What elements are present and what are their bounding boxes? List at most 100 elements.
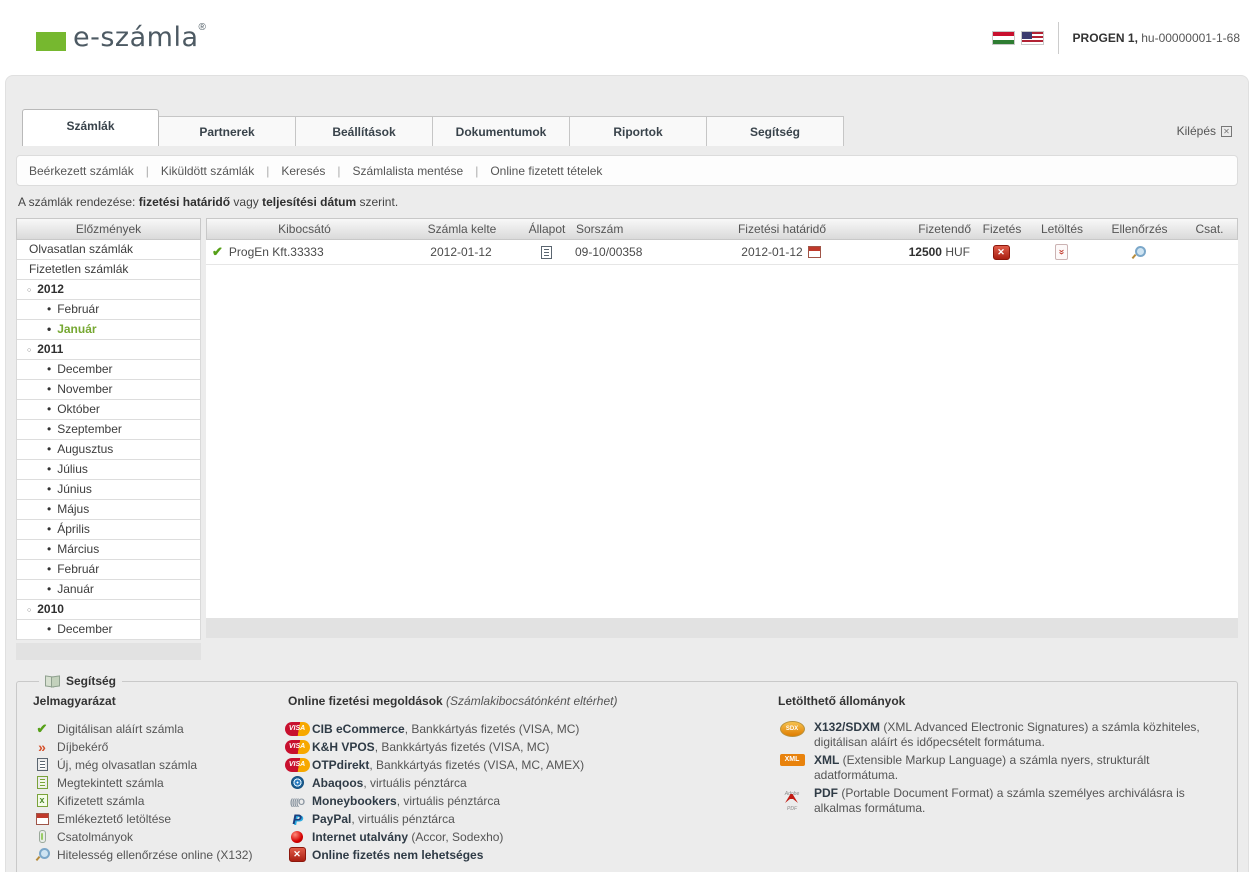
cell-due-date: 2012-01-12 [681, 245, 881, 259]
magnifier-verify-icon[interactable] [1132, 245, 1146, 259]
col-verify[interactable]: Ellenőrzés [1097, 222, 1182, 236]
legend-label: Megtekintett számla [57, 775, 164, 790]
sidebar-month[interactable]: Január [17, 580, 200, 600]
main-area: Előzmények Olvasatlan számlák Fizetetlen… [6, 218, 1248, 660]
sidebar-month[interactable]: December [17, 620, 200, 640]
sidebar-header: Előzmények [16, 218, 201, 240]
payment-desc: , Bankkártyás fizetés (VISA, MC) [404, 721, 580, 736]
sidebar-month[interactable]: Április [17, 520, 200, 540]
hungarian-flag-icon[interactable] [991, 30, 1015, 45]
calendar-reminder-icon[interactable] [807, 246, 821, 258]
download-invoice-icon[interactable] [1054, 244, 1068, 260]
sort-by-due-date-link[interactable]: fizetési határidő [139, 195, 230, 209]
legend-item: Digitálisan aláírt számla [33, 720, 288, 737]
sort-by-fulfillment-date-link[interactable]: teljesítési dátum [262, 195, 356, 209]
payments-column: Online fizetési megoldások (Számlakibocs… [284, 694, 778, 864]
nav-save-invoice-list[interactable]: Számlalista mentése [353, 164, 464, 178]
legend-label: Emlékeztető letöltése [57, 811, 172, 826]
downloads-title: Letölthető állományok [778, 694, 906, 708]
sort-prefix: A számlák rendezése: [18, 195, 139, 209]
legend-item: Csatolmányok [33, 828, 288, 845]
xml-icon [779, 754, 805, 766]
sidebar-month[interactable]: Június [17, 480, 200, 500]
tab-help[interactable]: Segítség [707, 116, 844, 146]
table-row[interactable]: ProgEn Kft.33333 2012-01-12 09-10/00358 … [206, 240, 1238, 265]
header-right: PROGEN 1, hu-00000001-1-68 [991, 21, 1244, 54]
cell-issuer: ProgEn Kft.33333 [206, 244, 401, 260]
tab-documents[interactable]: Dokumentumok [433, 116, 570, 146]
magnifier-icon [36, 848, 50, 861]
payment-desc: , virtuális pénztárca [363, 775, 467, 790]
sidebar-item-unpaid-invoices[interactable]: Fizetetlen számlák [17, 260, 200, 280]
nav-search[interactable]: Keresés [281, 164, 325, 178]
double-chevron-icon [38, 739, 46, 755]
sidebar-month[interactable]: Május [17, 500, 200, 520]
col-due-date[interactable]: Fizetési határidő [682, 222, 882, 236]
sidebar-month[interactable]: Október [17, 400, 200, 420]
cell-download [1026, 244, 1096, 260]
payment-item: CIB eCommerce, Bankkártyás fizetés (VISA… [284, 720, 778, 737]
legend-label: Hitelesség ellenőrzése online (X132) [57, 847, 253, 862]
sidebar-month[interactable]: Július [17, 460, 200, 480]
sidebar-year-2012[interactable]: 2012 [17, 280, 200, 300]
payment-desc: (Accor, Sodexho) [408, 829, 504, 844]
nav-online-paid-items[interactable]: Online fizetett tételek [490, 164, 602, 178]
col-state[interactable]: Állapot [522, 222, 572, 236]
cell-invoice-date: 2012-01-12 [430, 245, 492, 259]
sidebar-month[interactable]: Augusztus [17, 440, 200, 460]
currency-label: HUF [945, 245, 970, 259]
us-flag-icon[interactable] [1020, 30, 1044, 45]
sidebar-item-unread-invoices[interactable]: Olvasatlan számlák [17, 240, 200, 260]
col-invoice-date[interactable]: Számla kelte [402, 222, 522, 236]
payment-item: PayPal, virtuális pénztárca [288, 810, 778, 827]
tab-partners[interactable]: Partnerek [159, 116, 296, 146]
legend-item: Díjbekérő [33, 738, 288, 755]
payment-name: Abaqoos [312, 775, 364, 790]
sidebar-month[interactable]: November [17, 380, 200, 400]
abaqoos-icon [290, 776, 304, 789]
tab-settings[interactable]: Beállítások [296, 116, 433, 146]
sidebar-month[interactable]: December [17, 360, 200, 380]
col-payment[interactable]: Fizetés [977, 222, 1027, 236]
nav-sent-invoices[interactable]: Kiküldött számlák [161, 164, 254, 178]
visa-icon [284, 721, 310, 736]
col-download[interactable]: Letöltés [1027, 222, 1097, 236]
legend-item: Hitelesség ellenőrzése online (X132) [33, 846, 288, 863]
tab-invoices[interactable]: Számlák [22, 109, 159, 146]
sidebar-year-2010[interactable]: 2010 [17, 600, 200, 620]
help-columns: Jelmagyarázat Digitálisan aláírt számla … [33, 694, 1221, 864]
col-issuer[interactable]: Kibocsátó [207, 222, 402, 236]
sidebar-year-2011[interactable]: 2011 [17, 340, 200, 360]
sidebar-month[interactable]: Szeptember [17, 420, 200, 440]
payment-desc: , virtuális pénztárca [396, 793, 501, 808]
sidebar-month-selected[interactable]: Január [17, 320, 200, 340]
due-date-value: 2012-01-12 [741, 245, 803, 259]
legend-column: Jelmagyarázat Digitálisan aláírt számla … [33, 694, 288, 864]
payment-desc: , Bankkártyás fizetés (VISA, MC, AMEX) [369, 757, 585, 772]
sidebar-month[interactable]: Február [17, 560, 200, 580]
nav-received-invoices[interactable]: Beérkezett számlák [29, 164, 134, 178]
cell-payment [976, 244, 1026, 260]
moneybookers-icon [290, 794, 304, 808]
red-x-icon [288, 847, 306, 862]
no-online-payment-icon[interactable] [992, 244, 1010, 260]
paperclip-icon [38, 830, 46, 843]
download-name: PDF [814, 786, 838, 800]
col-serial[interactable]: Sorszám [572, 222, 682, 236]
unread-document-icon [540, 245, 552, 259]
col-attachment[interactable]: Csat. [1182, 222, 1237, 236]
sidebar-month[interactable]: Március [17, 540, 200, 560]
payment-name: Internet utalvány [312, 829, 409, 844]
downloads-column: Letölthető állományok X132/SDXM (XML Adv… [778, 694, 1221, 864]
calendar-icon [35, 812, 49, 825]
logout-button[interactable]: Kilépés [1177, 124, 1232, 146]
sdx-icon [779, 721, 805, 737]
sidebar-month[interactable]: Február [17, 300, 200, 320]
payment-item: OTPdirekt, Bankkártyás fizetés (VISA, MC… [284, 756, 778, 773]
cell-state [521, 245, 571, 259]
app-logo[interactable]: e-számla ® [36, 22, 206, 53]
col-amount[interactable]: Fizetendő [882, 222, 977, 236]
viewed-document-icon [36, 776, 48, 789]
tab-reports[interactable]: Riportok [570, 116, 707, 146]
logo-registered-mark: ® [198, 22, 206, 33]
